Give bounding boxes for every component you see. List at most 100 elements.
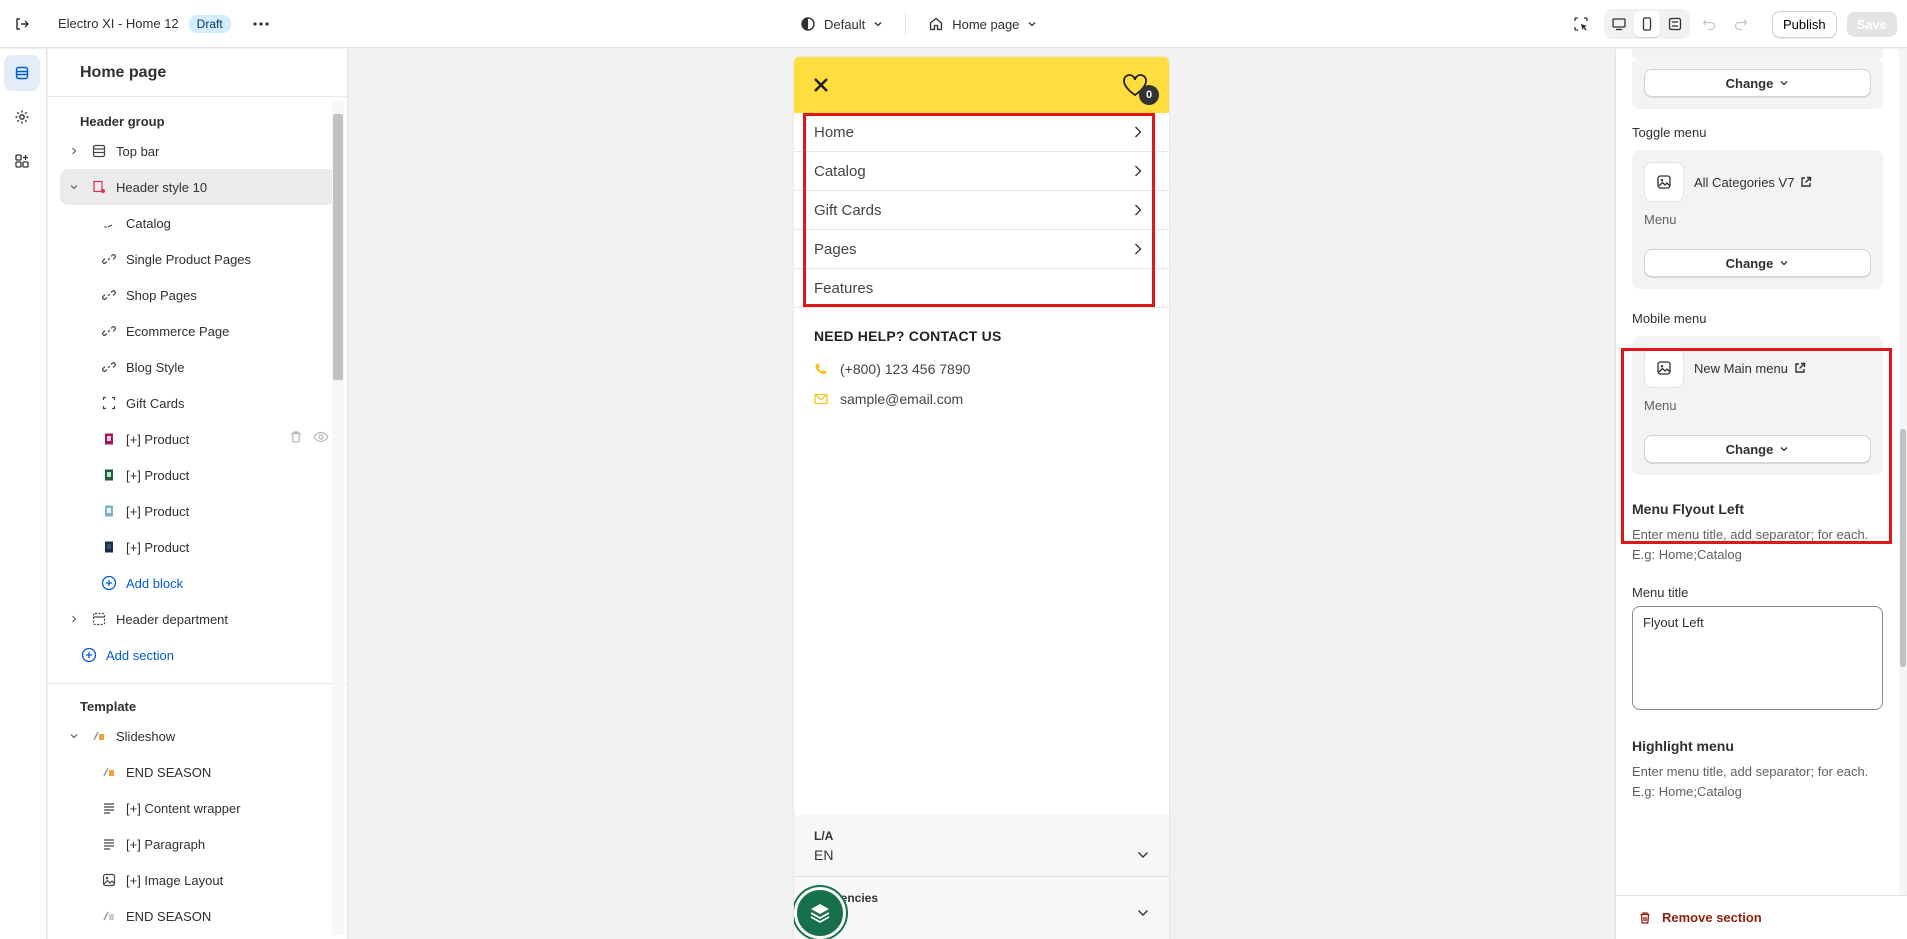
block-product-4[interactable]: [+] Product bbox=[48, 529, 347, 565]
app-launcher-button[interactable] bbox=[794, 887, 846, 939]
block-product-3[interactable]: [+] Product bbox=[48, 493, 347, 529]
currency-selector[interactable]: rencies bbox=[794, 877, 1169, 939]
menu-item-label: Catalog bbox=[814, 162, 866, 180]
divider bbox=[48, 683, 347, 684]
chevron-down-icon[interactable] bbox=[66, 183, 82, 191]
undo-icon[interactable] bbox=[1696, 11, 1722, 37]
language-selector[interactable]: L/A EN bbox=[794, 815, 1169, 877]
block-end-season[interactable]: END SEASON bbox=[48, 898, 347, 934]
palette-icon bbox=[800, 16, 816, 32]
chevron-down-icon bbox=[1137, 851, 1149, 859]
menu-picture-icon bbox=[1644, 348, 1684, 388]
theme-title: Electro XI - Home 12 bbox=[58, 16, 179, 31]
mobile-menu-item-home[interactable]: Home bbox=[794, 113, 1169, 152]
save-button[interactable]: Save bbox=[1846, 11, 1897, 37]
close-icon[interactable] bbox=[812, 76, 830, 94]
sections-icon[interactable] bbox=[4, 55, 40, 91]
section-header-style-10[interactable]: Header style 10 bbox=[60, 169, 335, 205]
remove-section-label: Remove section bbox=[1662, 910, 1762, 925]
fullscreen-icon[interactable] bbox=[1662, 11, 1688, 37]
email-address: sample@email.com bbox=[840, 391, 964, 407]
toggle-menu-type: Menu bbox=[1644, 212, 1677, 227]
icon-rail bbox=[0, 49, 47, 939]
block-shop-pages[interactable]: Shop Pages bbox=[48, 277, 347, 313]
block-paragraph[interactable]: [+] Paragraph bbox=[48, 826, 347, 862]
eye-icon[interactable] bbox=[313, 430, 329, 444]
home-icon bbox=[928, 16, 944, 32]
panel-title: Home page bbox=[48, 49, 347, 97]
product-thumbnail-icon bbox=[100, 466, 118, 484]
block-ecommerce-page[interactable]: Ecommerce Page bbox=[48, 313, 347, 349]
theme-select[interactable]: Default bbox=[800, 16, 883, 32]
section-header-department[interactable]: Header department bbox=[48, 601, 347, 637]
change-button[interactable]: Change bbox=[1644, 435, 1871, 463]
right-panel-scrollbar[interactable] bbox=[1899, 49, 1907, 895]
link-icon bbox=[100, 358, 118, 376]
menu-item-label: Pages bbox=[814, 240, 857, 258]
exit-icon[interactable] bbox=[0, 0, 44, 48]
inspector-icon[interactable] bbox=[1568, 11, 1594, 37]
mobile-menu-item-catalog[interactable]: Catalog bbox=[794, 152, 1169, 191]
more-actions-icon[interactable] bbox=[247, 10, 275, 38]
apps-icon[interactable] bbox=[4, 143, 40, 179]
block-content-wrapper[interactable]: [+] Content wrapper bbox=[48, 790, 347, 826]
flyout-title: Menu Flyout Left bbox=[1632, 501, 1744, 517]
remove-section-button[interactable]: Remove section bbox=[1616, 895, 1907, 939]
block-blog-style[interactable]: Blog Style bbox=[48, 349, 347, 385]
chevron-down-icon bbox=[873, 19, 883, 29]
image-icon bbox=[100, 871, 118, 889]
page-select[interactable]: Home page bbox=[928, 16, 1037, 32]
change-button[interactable]: Change bbox=[1644, 249, 1871, 277]
contact-block: NEED HELP? CONTACT US (+800) 123 456 789… bbox=[794, 308, 1169, 434]
external-link-icon bbox=[1794, 362, 1806, 374]
block-end-season[interactable]: END SEASON bbox=[48, 754, 347, 790]
left-panel-scrollbar[interactable] bbox=[332, 100, 344, 935]
change-button[interactable]: Change bbox=[1644, 69, 1871, 97]
chevron-right-icon bbox=[1133, 164, 1143, 178]
add-section-button[interactable]: Add section bbox=[48, 637, 347, 673]
block-product-1[interactable]: [+] Product bbox=[48, 421, 347, 457]
toggle-menu-name: All Categories V7 bbox=[1694, 174, 1795, 190]
chevron-right-icon[interactable] bbox=[66, 147, 82, 155]
section-slideshow[interactable]: Slideshow bbox=[48, 718, 347, 754]
link-icon bbox=[100, 286, 118, 304]
change-button-label: Change bbox=[1725, 255, 1774, 271]
scrollbar-thumb[interactable] bbox=[1900, 429, 1906, 667]
email-line[interactable]: sample@email.com bbox=[814, 384, 1149, 414]
mobile-menu-item-features[interactable]: Features bbox=[794, 269, 1169, 308]
external-link-icon bbox=[1800, 176, 1812, 188]
desktop-icon[interactable] bbox=[1606, 11, 1632, 37]
add-block-label: Add block bbox=[126, 575, 184, 591]
section-top-bar[interactable]: Top bar bbox=[48, 133, 347, 169]
tree-item-label: Top bar bbox=[116, 143, 160, 159]
theme-select-label: Default bbox=[824, 16, 866, 32]
trash-icon[interactable] bbox=[289, 430, 303, 444]
mail-icon bbox=[814, 393, 828, 405]
menu-item-label: Home bbox=[814, 123, 855, 141]
chevron-right-icon[interactable] bbox=[66, 615, 82, 623]
block-image-layout[interactable]: [+] Image Layout bbox=[48, 862, 347, 898]
phone-line[interactable]: (+800) 123 456 7890 bbox=[814, 354, 1149, 384]
block-catalog[interactable]: Catalog bbox=[48, 205, 347, 241]
mobile-menu-link[interactable]: New Main menu bbox=[1694, 361, 1806, 376]
chevron-down-icon[interactable] bbox=[66, 732, 82, 740]
block-product-2[interactable]: [+] Product bbox=[48, 457, 347, 493]
redo-icon[interactable] bbox=[1728, 11, 1754, 37]
add-block-button[interactable]: Add block bbox=[48, 565, 347, 601]
mobile-icon[interactable] bbox=[1633, 11, 1660, 37]
mobile-menu-item-gift-cards[interactable]: Gift Cards bbox=[794, 191, 1169, 230]
block-single-product-pages[interactable]: Single Product Pages bbox=[48, 241, 347, 277]
menu-title-textarea[interactable]: Flyout Left bbox=[1632, 606, 1883, 710]
publish-button[interactable]: Publish bbox=[1771, 10, 1837, 38]
mobile-menu-item-pages[interactable]: Pages bbox=[794, 230, 1169, 269]
plus-circle-icon bbox=[80, 646, 98, 664]
wishlist-icon[interactable]: 0 bbox=[1121, 71, 1159, 105]
chevron-right-icon bbox=[1133, 242, 1143, 256]
block-gift-cards[interactable]: Gift Cards bbox=[48, 385, 347, 421]
template-group-title: Template bbox=[80, 698, 137, 714]
settings-gear-icon[interactable] bbox=[4, 99, 40, 135]
scrollbar-thumb[interactable] bbox=[333, 114, 343, 380]
toggle-menu-link[interactable]: All Categories V7 bbox=[1694, 175, 1812, 190]
tree-item-label: Gift Cards bbox=[126, 395, 185, 411]
highlight-help-text: Enter menu title, add separator; for eac… bbox=[1632, 764, 1869, 799]
